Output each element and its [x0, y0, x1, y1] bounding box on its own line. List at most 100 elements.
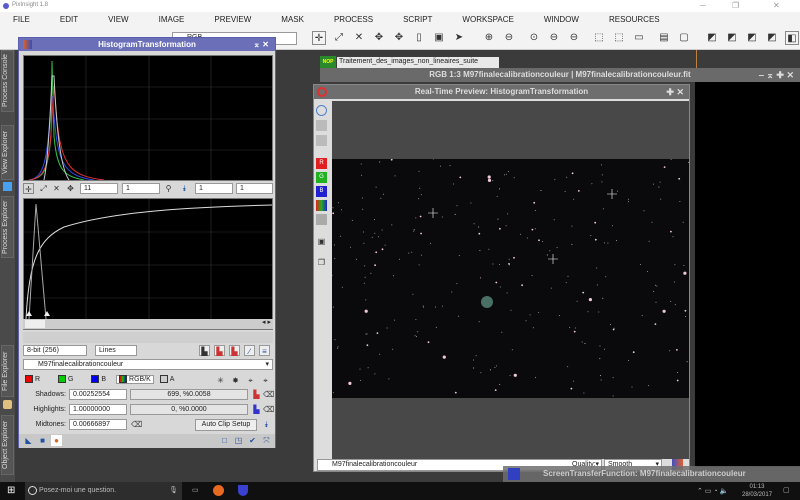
hist-titlebar[interactable]: HistogramTransformation ⌅ ✕: [19, 38, 275, 51]
zoom2-v-input[interactable]: 1: [236, 183, 273, 194]
shadows-auto-icon[interactable]: ▙: [251, 389, 262, 400]
hist-mode-2-icon[interactable]: ▙: [214, 345, 225, 356]
preview-titlebar[interactable]: Real-Time Preview: HistogramTransformati…: [314, 85, 689, 99]
shadows-reset-icon[interactable]: ⌫: [263, 389, 274, 400]
input-histogram-plot[interactable]: [23, 55, 273, 181]
hist-scrollbar[interactable]: ◂ ▸: [23, 319, 273, 329]
scrollbar-thumb[interactable]: [25, 320, 45, 328]
zoom-1-icon[interactable]: ⊙: [527, 31, 541, 45]
bit-depth-select[interactable]: 8-bit (256): [23, 345, 87, 356]
edit-icon-icon[interactable]: ◩: [725, 31, 739, 45]
list-icon[interactable]: ≡: [259, 345, 270, 356]
zoom-fit-icon[interactable]: ⊖: [547, 31, 561, 45]
browse-doc-icon[interactable]: □: [219, 435, 230, 446]
reset-icon[interactable]: ◳: [233, 435, 244, 446]
plot-mode-select[interactable]: Lines: [95, 345, 137, 356]
zoom-out-icon[interactable]: ⊖: [502, 31, 516, 45]
channel-rgb-icon[interactable]: [316, 200, 327, 211]
channel-r[interactable]: R: [25, 375, 40, 383]
icon-delete-icon[interactable]: ◩: [765, 31, 779, 45]
menu-file[interactable]: FILE: [13, 12, 30, 28]
output-curve-plot[interactable]: [23, 198, 273, 330]
zoom-full-icon[interactable]: ⊖: [567, 31, 581, 45]
image-window-controls[interactable]: ‒ ⌅ ✚ ✕: [759, 68, 794, 82]
channel-gray-icon[interactable]: [316, 214, 327, 225]
menu-preview[interactable]: PREVIEW: [214, 12, 251, 28]
reset-all-icon[interactable]: ⤧: [261, 435, 272, 446]
target-view-select[interactable]: M97finalecalibrationcouleur ▾: [23, 359, 273, 370]
channel-b-icon[interactable]: B: [316, 186, 327, 197]
stf-window-titlebar[interactable]: ScreenTransferFunction: M97finalecalibra…: [503, 466, 800, 482]
hist-window-controls[interactable]: ⌅ ✕: [253, 38, 269, 51]
close-button[interactable]: ✕: [773, 1, 780, 10]
scroll-arrows[interactable]: ◂ ▸: [262, 318, 271, 326]
zoom-h-input[interactable]: 11: [80, 183, 118, 194]
midtones-input[interactable]: 0.00666897: [69, 419, 127, 430]
tab-process-explorer[interactable]: Process Explorer: [1, 196, 14, 258]
apply-icon[interactable]: ✔: [247, 435, 258, 446]
tab-object-explorer[interactable]: Object Explorer: [1, 415, 14, 475]
pointer-icon[interactable]: ➤: [452, 31, 466, 45]
menu-edit[interactable]: EDIT: [60, 12, 78, 28]
cascade-icon[interactable]: ▢: [677, 31, 691, 45]
star-icon[interactable]: ✳: [215, 375, 226, 386]
channel-a[interactable]: A: [159, 375, 174, 383]
new-window-icon[interactable]: ▭: [632, 31, 646, 45]
move-icon[interactable]: ✥: [372, 31, 386, 45]
image-window-canvas[interactable]: [695, 82, 800, 467]
highlights-reset-icon[interactable]: ⌫: [263, 404, 274, 415]
curve-icon[interactable]: ∕: [244, 345, 255, 356]
realtime-preview-icon[interactable]: ●: [51, 435, 62, 446]
pixinsight-taskbar-icon[interactable]: [238, 485, 248, 496]
shrink-view-icon[interactable]: ✕: [352, 31, 366, 45]
menu-image[interactable]: IMAGE: [159, 12, 185, 28]
maximize-button[interactable]: ❐: [732, 1, 739, 10]
expand-icon[interactable]: ⯯: [179, 183, 190, 194]
target-icon[interactable]: ⌖: [260, 375, 271, 386]
menu-workspace[interactable]: WORKSPACE: [462, 12, 513, 28]
fit-icon[interactable]: ⤢: [38, 183, 49, 194]
circle-tool-icon[interactable]: [316, 105, 327, 116]
search-box[interactable]: Posez-moi une question. 🎙: [25, 482, 182, 500]
rect-tool-2-icon[interactable]: [316, 135, 327, 146]
highlights-auto-icon[interactable]: ▙: [251, 404, 262, 415]
select-all-icon[interactable]: ⬚: [612, 31, 626, 45]
menu-window[interactable]: WINDOW: [544, 12, 579, 28]
rect-tool-icon[interactable]: [316, 120, 327, 131]
shrink-icon[interactable]: ✕: [51, 183, 62, 194]
fit-view-icon[interactable]: ⤢: [332, 31, 346, 45]
window-icon[interactable]: ❐: [316, 257, 327, 268]
preview-icon[interactable]: ▣: [432, 31, 446, 45]
pan-tool-icon[interactable]: ✛: [312, 31, 326, 45]
task-view-icon[interactable]: ▭: [192, 486, 199, 494]
preview-image[interactable]: [332, 159, 689, 398]
menu-script[interactable]: SCRIPT: [403, 12, 432, 28]
new-icon-icon[interactable]: ◩: [705, 31, 719, 45]
windows-start-icon[interactable]: ⊞: [7, 485, 15, 496]
channel-rgbk[interactable]: RGB/K: [116, 374, 154, 384]
auto-clip-setup-button[interactable]: Auto Clip Setup: [195, 419, 257, 431]
window-icon[interactable]: ▯: [412, 31, 426, 45]
zoom-in-icon[interactable]: ⊕: [482, 31, 496, 45]
channel-r-icon[interactable]: R: [316, 158, 327, 169]
tab-view-explorer[interactable]: View Explorer: [1, 125, 14, 180]
zoom2-h-input[interactable]: 1: [195, 183, 233, 194]
preview-window-controls[interactable]: ✚ ✕: [666, 85, 684, 99]
pan-icon[interactable]: ✛: [23, 183, 34, 194]
zoom-v-input[interactable]: 1: [122, 183, 160, 194]
apply-global-icon[interactable]: ■: [37, 435, 48, 446]
notifications-icon[interactable]: ▢: [783, 486, 790, 494]
select-icon[interactable]: ⬚: [592, 31, 606, 45]
icon-options-icon[interactable]: ◩: [745, 31, 759, 45]
menu-resources[interactable]: RESOURCES: [609, 12, 660, 28]
explorer-icon[interactable]: ◧: [785, 31, 799, 45]
channel-g[interactable]: G: [58, 375, 73, 383]
move-all-icon[interactable]: ✥: [392, 31, 406, 45]
menu-mask[interactable]: MASK: [281, 12, 304, 28]
tab-file-explorer[interactable]: File Explorer: [1, 345, 14, 397]
midtones-reset-icon[interactable]: ⌫: [131, 419, 142, 430]
move-icon[interactable]: ✥: [65, 183, 76, 194]
new-instance-icon[interactable]: ◣: [23, 435, 34, 446]
clock[interactable]: 01:13 28/03/2017: [742, 483, 772, 499]
expand-options-icon[interactable]: ⯯: [261, 419, 272, 430]
